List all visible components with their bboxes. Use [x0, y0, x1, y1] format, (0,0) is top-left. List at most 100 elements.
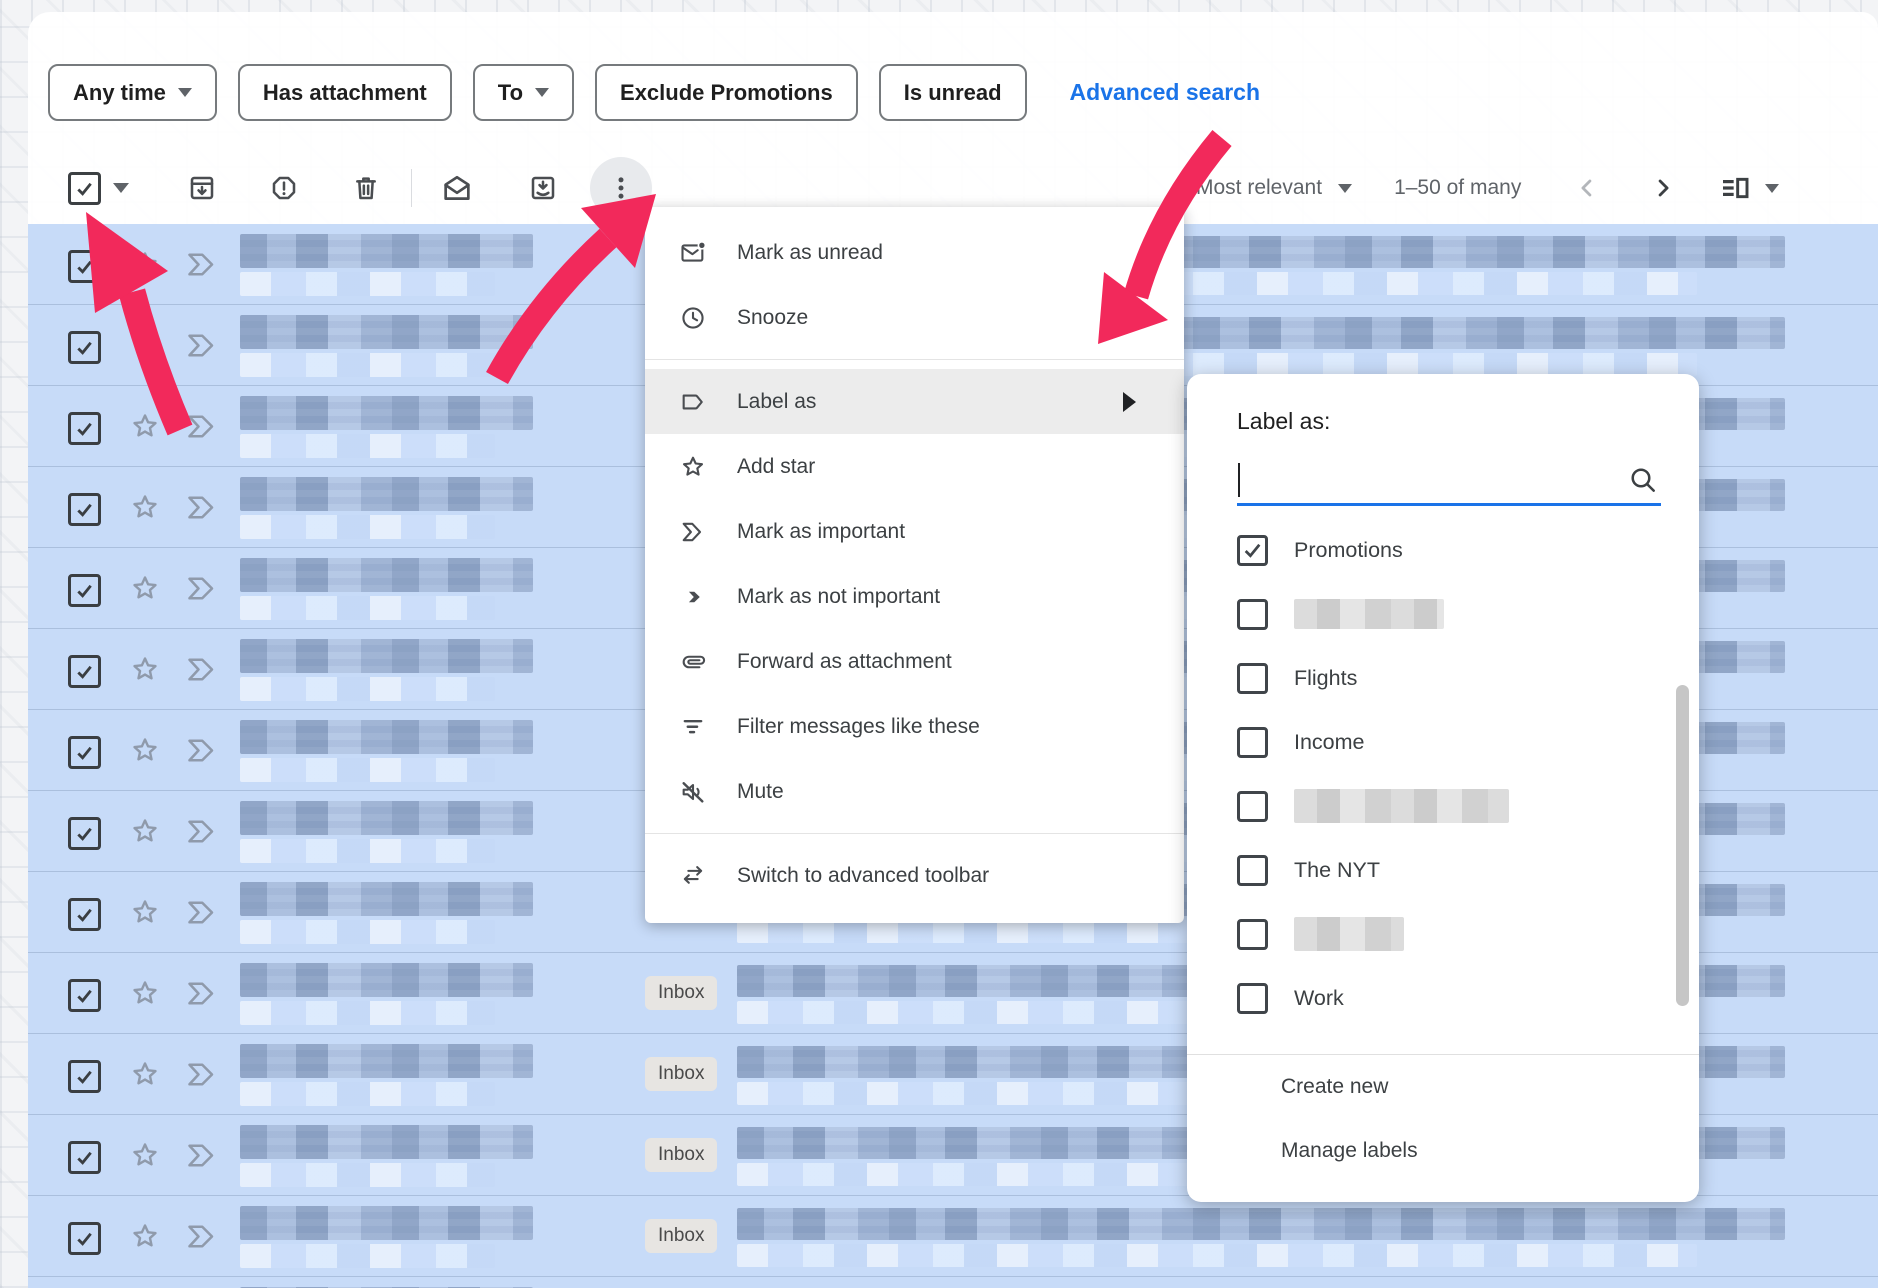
row-checkbox[interactable]	[68, 250, 101, 283]
row-checkbox[interactable]	[68, 655, 101, 688]
star-icon[interactable]	[128, 1219, 162, 1258]
star-icon[interactable]	[128, 490, 162, 529]
importance-marker-icon[interactable]	[185, 494, 221, 526]
delete-icon[interactable]	[349, 171, 383, 205]
archive-icon[interactable]	[185, 171, 219, 205]
row-checkbox[interactable]	[68, 1141, 101, 1174]
checkbox-checked[interactable]	[1237, 535, 1268, 566]
importance-marker-icon[interactable]	[185, 1223, 221, 1255]
submenu-arrow-icon	[1123, 392, 1136, 412]
star-icon[interactable]	[128, 571, 162, 610]
importance-marker-icon[interactable]	[185, 737, 221, 769]
redacted-sender-text	[240, 315, 533, 349]
split-pane-toggle[interactable]	[1719, 172, 1779, 204]
prev-page-button[interactable]	[1573, 174, 1601, 202]
chip-exclude-promotions[interactable]: Exclude Promotions	[595, 64, 858, 121]
row-checkbox[interactable]	[68, 331, 101, 364]
manage-labels-button[interactable]: Manage labels	[1187, 1119, 1699, 1183]
star-icon[interactable]	[128, 976, 162, 1015]
chip-to[interactable]: To	[473, 64, 574, 121]
select-dropdown-caret[interactable]	[109, 171, 133, 205]
filter-icon	[679, 713, 707, 741]
star-icon[interactable]	[128, 895, 162, 934]
label-item-the-nyt[interactable]: The NYT	[1187, 838, 1699, 902]
importance-marker-icon[interactable]	[185, 251, 221, 283]
label-search-input[interactable]	[1237, 457, 1597, 503]
menu-item-add-star[interactable]: Add star	[645, 434, 1184, 499]
advanced-search-link[interactable]: Advanced search	[1070, 79, 1260, 106]
redacted-sender-snippet	[240, 1163, 495, 1187]
menu-item-label: Forward as attachment	[737, 650, 952, 674]
redacted-subject-text	[737, 1208, 1785, 1240]
importance-marker-icon[interactable]	[185, 980, 221, 1012]
chip-has-attachment[interactable]: Has attachment	[238, 64, 452, 121]
importance-marker-icon[interactable]	[185, 575, 221, 607]
checkbox-unchecked[interactable]	[1237, 727, 1268, 758]
more-options-button[interactable]	[590, 157, 652, 219]
star-icon[interactable]	[128, 247, 162, 286]
label-search-field[interactable]	[1237, 457, 1661, 506]
label-item-work[interactable]: Work	[1187, 966, 1699, 1030]
chip-any-time[interactable]: Any time	[48, 64, 217, 121]
label-item-redacted[interactable]	[1187, 774, 1699, 838]
label-item-redacted[interactable]	[1187, 582, 1699, 646]
row-checkbox[interactable]	[68, 979, 101, 1012]
move-to-icon[interactable]	[526, 171, 560, 205]
row-checkbox[interactable]	[68, 574, 101, 607]
importance-marker-icon[interactable]	[185, 899, 221, 931]
row-checkbox[interactable]	[68, 898, 101, 931]
row-checkbox[interactable]	[68, 493, 101, 526]
label-item-redacted[interactable]	[1187, 902, 1699, 966]
menu-item-switch-toolbar[interactable]: Switch to advanced toolbar	[645, 843, 1184, 908]
snooze-clock-icon	[679, 304, 707, 332]
select-all-checkbox[interactable]	[68, 172, 101, 205]
menu-item-snooze[interactable]: Snooze	[645, 285, 1184, 350]
row-checkbox[interactable]	[68, 412, 101, 445]
importance-marker-icon[interactable]	[185, 413, 221, 445]
email-row[interactable]: Inbox	[28, 1195, 1878, 1276]
create-new-label-button[interactable]: Create new	[1187, 1055, 1699, 1119]
checkbox-unchecked[interactable]	[1237, 855, 1268, 886]
star-icon[interactable]	[128, 1057, 162, 1096]
redacted-sender-text	[240, 1044, 533, 1078]
row-checkbox[interactable]	[68, 1060, 101, 1093]
menu-item-label-as[interactable]: Label as	[645, 369, 1184, 434]
importance-marker-icon[interactable]	[185, 332, 221, 364]
next-page-button[interactable]	[1649, 174, 1677, 202]
menu-item-label: Label as	[737, 390, 816, 414]
star-icon[interactable]	[128, 328, 162, 367]
checkbox-unchecked[interactable]	[1237, 663, 1268, 694]
row-checkbox[interactable]	[68, 817, 101, 850]
scrollbar-thumb[interactable]	[1676, 685, 1689, 1006]
label-item-income[interactable]: Income	[1187, 710, 1699, 774]
report-spam-icon[interactable]	[267, 171, 301, 205]
checkbox-unchecked[interactable]	[1237, 983, 1268, 1014]
star-icon[interactable]	[128, 652, 162, 691]
email-row[interactable]	[28, 1276, 1878, 1288]
menu-item-mark-as-important[interactable]: Mark as important	[645, 499, 1184, 564]
star-icon[interactable]	[128, 733, 162, 772]
menu-item-mute[interactable]: Mute	[645, 759, 1184, 824]
importance-marker-icon[interactable]	[185, 656, 221, 688]
importance-marker-icon[interactable]	[185, 818, 221, 850]
checkbox-unchecked[interactable]	[1237, 791, 1268, 822]
more-options-menu: Mark as unread Snooze Label as Add star	[645, 207, 1184, 923]
menu-item-filter-messages[interactable]: Filter messages like these	[645, 694, 1184, 759]
checkbox-unchecked[interactable]	[1237, 919, 1268, 950]
chip-is-unread[interactable]: Is unread	[879, 64, 1027, 121]
sort-dropdown[interactable]: Most relevant	[1196, 176, 1352, 200]
label-item-flights[interactable]: Flights	[1187, 646, 1699, 710]
menu-item-mark-as-not-important[interactable]: Mark as not important	[645, 564, 1184, 629]
row-checkbox[interactable]	[68, 1222, 101, 1255]
mark-as-read-icon[interactable]	[440, 171, 474, 205]
row-checkbox[interactable]	[68, 736, 101, 769]
checkbox-unchecked[interactable]	[1237, 599, 1268, 630]
menu-item-mark-as-unread[interactable]: Mark as unread	[645, 220, 1184, 285]
importance-marker-icon[interactable]	[185, 1142, 221, 1174]
star-icon[interactable]	[128, 1138, 162, 1177]
label-item-promotions[interactable]: Promotions	[1187, 518, 1699, 582]
star-icon[interactable]	[128, 814, 162, 853]
menu-item-forward-as-attachment[interactable]: Forward as attachment	[645, 629, 1184, 694]
importance-marker-icon[interactable]	[185, 1061, 221, 1093]
star-icon[interactable]	[128, 409, 162, 448]
